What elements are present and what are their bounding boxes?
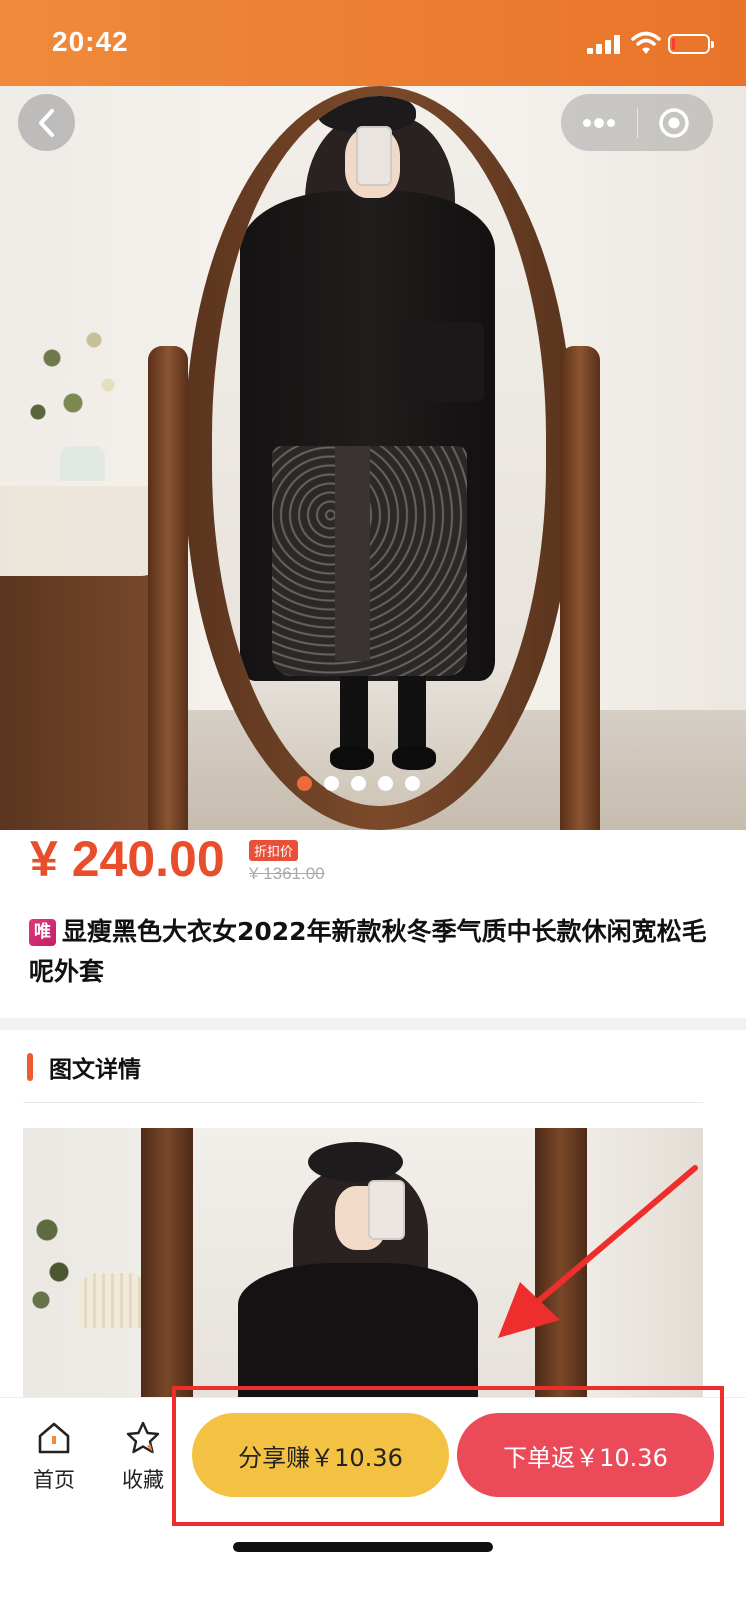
status-bar: 20:42 [0, 0, 746, 86]
tab-favorite[interactable]: 收藏 [111, 1416, 175, 1496]
discount-badge: 折扣价 [249, 840, 299, 861]
detail-figure-coat [238, 1263, 478, 1403]
wifi-icon [631, 31, 661, 54]
carousel-dot[interactable] [378, 776, 393, 791]
tab-favorite-label: 收藏 [122, 1468, 164, 1492]
annotation-arrow [498, 1165, 698, 1338]
detail-plant [23, 1188, 83, 1328]
back-button[interactable] [18, 94, 75, 151]
current-price: ¥ 240.00 [30, 831, 225, 887]
carousel-dot[interactable] [324, 776, 339, 791]
section-accent-bar [27, 1053, 33, 1081]
figure-bag [400, 322, 484, 402]
figure-shoe-left [330, 746, 374, 770]
figure-shoe-right [392, 746, 436, 770]
platform-badge: 唯 [29, 919, 56, 946]
capsule-divider [637, 108, 638, 138]
detail-figure-phone [368, 1180, 405, 1240]
chevron-left-icon [38, 108, 54, 137]
hero-doily [0, 481, 170, 576]
battery-icon [668, 34, 714, 54]
carousel-dot[interactable] [351, 776, 366, 791]
detail-figure-hat [308, 1142, 403, 1182]
tab-home-label: 首页 [33, 1468, 75, 1492]
annotation-highlight-box [172, 1386, 724, 1526]
carousel-dot[interactable] [405, 776, 420, 791]
original-price: ¥ 1361.00 [249, 864, 325, 883]
detail-mirror-frame-left [141, 1128, 193, 1403]
figure-phone [356, 126, 392, 186]
section-separator [0, 1018, 746, 1030]
product-image-carousel[interactable] [0, 86, 746, 830]
home-indicator[interactable] [233, 1542, 493, 1552]
status-time: 20:42 [52, 26, 129, 57]
detail-lamp [78, 1273, 148, 1328]
figure-coat-open [335, 446, 370, 661]
section-title: 图文详情 [49, 1057, 141, 1083]
mirror-post-right [560, 346, 600, 830]
home-icon [38, 1422, 70, 1454]
carousel-dot[interactable] [297, 776, 312, 791]
mirror-glass [212, 96, 546, 806]
close-mini-program-icon[interactable] [658, 107, 690, 139]
mirror-post-left [148, 346, 188, 830]
product-title: 唯显瘦黑色大衣女2022年新款秋冬季气质中长款休闲宽松毛呢外套 [29, 912, 709, 992]
section-divider [23, 1102, 703, 1103]
tab-home[interactable]: 首页 [22, 1416, 86, 1496]
carousel-indicator [297, 776, 420, 792]
product-title-text: 显瘦黑色大衣女2022年新款秋冬季气质中长款休闲宽松毛呢外套 [29, 917, 707, 986]
mini-program-capsule [561, 94, 713, 151]
hero-flowers [10, 286, 150, 466]
signal-icon [587, 34, 621, 54]
more-icon[interactable] [579, 112, 619, 134]
battery-level [672, 38, 676, 50]
star-icon [126, 1421, 160, 1454]
